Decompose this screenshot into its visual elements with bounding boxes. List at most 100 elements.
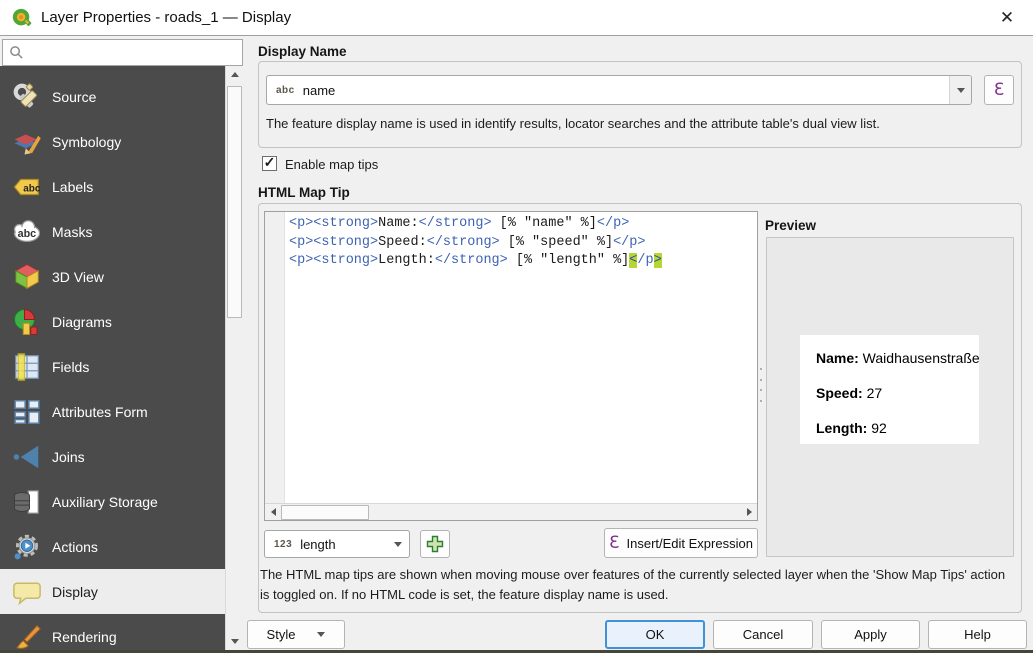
close-icon: ✕ bbox=[999, 8, 1015, 27]
code-line: <p><strong>Name:</strong> [% "name" %]</… bbox=[289, 216, 630, 231]
field-selector-value: length bbox=[300, 536, 336, 552]
sidebar-item-source[interactable]: Source bbox=[0, 74, 225, 119]
preview-row: Name: Waidhausenstraße bbox=[816, 350, 980, 366]
search-icon bbox=[10, 46, 23, 59]
sidebar-item-label: Rendering bbox=[52, 628, 117, 645]
editor-scrollbar-thumb[interactable] bbox=[281, 504, 369, 520]
insert-field-button[interactable] bbox=[420, 530, 450, 558]
preview-row: Length: 92 bbox=[816, 420, 887, 436]
attributes-form-icon bbox=[12, 397, 42, 427]
sidebar-item-label: Fields bbox=[52, 358, 90, 375]
apply-button-label: Apply bbox=[854, 627, 887, 642]
joins-triangle-icon bbox=[12, 442, 42, 472]
wrench-icon bbox=[12, 82, 42, 112]
code-line: <p><strong>Speed:</strong> [% "speed" %]… bbox=[289, 234, 646, 250]
style-button-label: Style bbox=[266, 627, 296, 642]
add-plus-icon bbox=[426, 535, 444, 553]
sidebar-item-diagrams[interactable]: Diagrams bbox=[0, 299, 225, 344]
sidebar-item-label: 3D View bbox=[52, 268, 104, 285]
sidebar-item-label: Auxiliary Storage bbox=[52, 493, 158, 510]
window-title: Layer Properties - roads_1 — Display bbox=[41, 9, 292, 26]
sidebar-item-auxiliary-storage[interactable]: Auxiliary Storage bbox=[0, 479, 225, 524]
sidebar-scrollbar[interactable] bbox=[225, 66, 244, 650]
scroll-down-icon[interactable] bbox=[226, 633, 244, 650]
sidebar-item-label: Attributes Form bbox=[52, 403, 148, 420]
map-tip-preview-card: Name: Waidhausenstraße Speed: 27 Length: 9… bbox=[800, 335, 980, 444]
sidebar-item-3d-view[interactable]: 3D View bbox=[0, 254, 225, 299]
properties-sidebar: Source Symbology abc Labels abc Masks 3D View D… bbox=[0, 66, 225, 650]
sidebar-item-actions[interactable]: Actions bbox=[0, 524, 225, 569]
field-type-number-badge: 123 bbox=[274, 538, 293, 550]
sidebar-item-label: Joins bbox=[52, 448, 85, 465]
code-line: <p><strong>Length:</strong> [% "length" … bbox=[289, 253, 662, 268]
ok-button[interactable]: OK bbox=[605, 620, 705, 649]
sidebar-item-joins[interactable]: Joins bbox=[0, 434, 225, 479]
preview-header: Preview bbox=[765, 218, 817, 233]
masks-cloud-icon: abc bbox=[12, 217, 42, 247]
sidebar-item-attributes-form[interactable]: Attributes Form bbox=[0, 389, 225, 434]
scroll-left-icon[interactable] bbox=[265, 504, 281, 520]
svg-text:abc: abc bbox=[18, 228, 37, 240]
sidebar-item-rendering[interactable]: Rendering bbox=[0, 614, 225, 650]
field-type-text-badge: abc bbox=[276, 84, 295, 96]
splitter-handle[interactable] bbox=[759, 368, 763, 402]
search-input[interactable] bbox=[24, 42, 242, 63]
epsilon-icon: Ɛ bbox=[609, 532, 620, 553]
html-code-editor[interactable]: <p><strong>Name:</strong> [% "name" %]</… bbox=[264, 211, 758, 521]
chevron-down-icon[interactable] bbox=[949, 76, 971, 104]
editor-code-area[interactable]: <p><strong>Name:</strong> [% "name" %]</… bbox=[285, 212, 757, 503]
speech-bubble-icon bbox=[12, 577, 42, 607]
cancel-button-label: Cancel bbox=[742, 627, 784, 642]
sidebar-item-label: Display bbox=[52, 583, 98, 600]
scroll-right-icon[interactable] bbox=[741, 504, 757, 520]
sidebar-item-label: Masks bbox=[52, 223, 93, 240]
editor-margin bbox=[265, 212, 285, 503]
database-icon bbox=[12, 487, 42, 517]
pie-chart-icon bbox=[12, 307, 42, 337]
labels-tag-icon: abc bbox=[12, 172, 42, 202]
help-button-label: Help bbox=[964, 627, 991, 642]
sidebar-search-box[interactable] bbox=[2, 39, 243, 66]
sidebar-item-fields[interactable]: Fields bbox=[0, 344, 225, 389]
sidebar-item-symbology[interactable]: Symbology bbox=[0, 119, 225, 164]
sidebar-item-masks[interactable]: abc Masks bbox=[0, 209, 225, 254]
epsilon-icon: Ɛ bbox=[993, 79, 1005, 100]
display-name-value: name bbox=[302, 82, 336, 98]
editor-horizontal-scrollbar[interactable] bbox=[265, 503, 757, 520]
sidebar-item-display[interactable]: Display bbox=[0, 569, 225, 614]
chevron-down-icon[interactable] bbox=[387, 531, 409, 557]
rendering-brush-icon bbox=[12, 622, 42, 651]
display-name-combo[interactable]: abc name bbox=[266, 75, 972, 105]
symbology-brush-icon bbox=[12, 127, 42, 157]
sidebar-item-label: Actions bbox=[52, 538, 98, 555]
title-bar: Layer Properties - roads_1 — Display ✕ bbox=[0, 0, 1033, 36]
close-button[interactable]: ✕ bbox=[989, 3, 1025, 33]
checkmark-icon: ✓ bbox=[263, 154, 276, 170]
html-map-tip-header: HTML Map Tip bbox=[258, 185, 350, 200]
insert-edit-expression-label: Insert/Edit Expression bbox=[626, 535, 753, 551]
cube-3d-icon bbox=[12, 262, 42, 292]
layer-properties-dialog: Layer Properties - roads_1 — Display ✕ S… bbox=[0, 0, 1033, 653]
preview-panel: Name: Waidhausenstraße Speed: 27 Length: 9… bbox=[766, 237, 1014, 557]
sidebar-item-label: Labels bbox=[52, 178, 94, 195]
enable-map-tips-checkbox[interactable]: ✓ bbox=[262, 154, 277, 171]
sidebar-scrollbar-thumb[interactable] bbox=[227, 86, 242, 318]
sidebar-item-labels[interactable]: abc Labels bbox=[0, 164, 225, 209]
preview-row: Speed: 27 bbox=[816, 385, 883, 401]
display-name-description: The feature display name is used in iden… bbox=[266, 116, 880, 131]
help-button[interactable]: Help bbox=[928, 620, 1027, 649]
field-selector-combo[interactable]: 123 length bbox=[264, 530, 410, 558]
qgis-logo-icon bbox=[12, 8, 32, 26]
sidebar-item-label: Symbology bbox=[52, 133, 122, 150]
display-name-expression-button[interactable]: Ɛ bbox=[984, 75, 1014, 105]
apply-button[interactable]: Apply bbox=[821, 620, 920, 649]
enable-map-tips-label: Enable map tips bbox=[285, 157, 379, 172]
actions-gear-icon bbox=[12, 532, 42, 562]
svg-text:abc: abc bbox=[23, 183, 41, 194]
cancel-button[interactable]: Cancel bbox=[713, 620, 813, 649]
style-menu-button[interactable]: Style bbox=[247, 620, 345, 649]
scroll-up-icon[interactable] bbox=[226, 66, 244, 83]
display-name-header: Display Name bbox=[258, 44, 347, 59]
ok-button-label: OK bbox=[645, 627, 665, 642]
insert-edit-expression-button[interactable]: Ɛ Insert/Edit Expression bbox=[604, 528, 758, 558]
